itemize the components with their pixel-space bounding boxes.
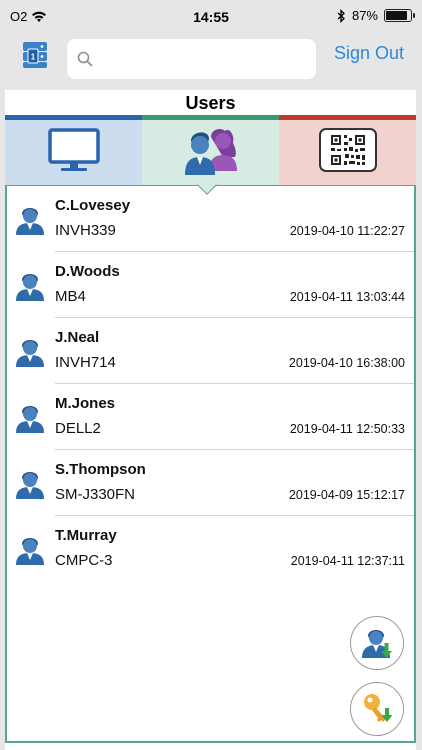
bluetooth-icon	[337, 8, 345, 23]
users-icon	[184, 129, 237, 175]
import-user-button[interactable]	[350, 616, 404, 670]
user-icon	[16, 538, 44, 565]
tab-devices-indicator	[5, 115, 142, 120]
user-name: J.Neal	[55, 329, 100, 346]
timestamp: 2019-04-09 15:12:17	[288, 488, 405, 502]
tab-devices[interactable]	[5, 115, 142, 185]
app-logo-icon[interactable]: 1	[20, 40, 50, 70]
main-content: Users C.Lovesey INVH339 2019-04-10 11:22…	[5, 90, 416, 750]
device-name: INVH714	[55, 354, 116, 371]
list-item[interactable]: D.Woods MB4 2019-04-11 13:03:44	[7, 252, 414, 318]
list-item[interactable]: T.Murray CMPC-3 2019-04-11 12:37:11	[7, 516, 414, 582]
user-icon	[16, 472, 44, 499]
list-item[interactable]: S.Thompson SM-J330FN 2019-04-09 15:12:17	[7, 450, 414, 516]
user-name: D.Woods	[55, 263, 120, 280]
device-name: DELL2	[55, 420, 101, 437]
device-name: MB4	[55, 288, 86, 305]
qr-code-icon	[318, 128, 377, 172]
user-icon	[16, 208, 44, 235]
tab-users[interactable]	[142, 115, 279, 185]
timestamp: 2019-04-10 11:22:27	[289, 224, 405, 238]
tab-bar	[5, 115, 416, 185]
device-name: INVH339	[55, 222, 116, 239]
user-name: T.Murray	[55, 527, 117, 544]
user-name: C.Lovesey	[55, 197, 131, 214]
monitor-icon	[47, 128, 100, 171]
user-list: C.Lovesey INVH339 2019-04-10 11:22:27 D.…	[5, 185, 416, 743]
device-name: SM-J330FN	[55, 486, 136, 503]
timestamp: 2019-04-11 12:50:33	[289, 422, 405, 436]
nav-bar: 1 Sign Out	[0, 34, 422, 90]
key-download-icon	[364, 694, 393, 722]
user-name: M.Jones	[55, 395, 116, 412]
svg-text:1: 1	[31, 53, 36, 62]
list-item[interactable]: J.Neal INVH714 2019-04-10 16:38:00	[7, 318, 414, 384]
battery-percent: 87%	[351, 8, 378, 23]
status-bar: O2 14:55 87%	[0, 0, 422, 34]
user-download-icon	[362, 630, 392, 658]
user-name: S.Thompson	[55, 461, 146, 478]
search-icon	[77, 51, 93, 67]
status-right: 87%	[337, 8, 415, 23]
tab-qr-indicator	[279, 115, 416, 120]
sign-out-button[interactable]: Sign Out	[334, 43, 404, 64]
page-title: Users	[185, 93, 236, 113]
timestamp: 2019-04-11 12:37:11	[290, 554, 405, 568]
user-icon	[16, 340, 44, 367]
list-item[interactable]: M.Jones DELL2 2019-04-11 12:50:33	[7, 384, 414, 450]
list-item[interactable]: C.Lovesey INVH339 2019-04-10 11:22:27	[7, 186, 414, 252]
search-input[interactable]	[101, 50, 301, 68]
user-icon	[16, 406, 44, 433]
timestamp: 2019-04-11 13:03:44	[289, 290, 405, 304]
tab-users-indicator	[142, 115, 279, 120]
user-icon	[16, 274, 44, 301]
battery-icon	[384, 9, 415, 22]
timestamp: 2019-04-10 16:38:00	[288, 356, 405, 370]
import-key-button[interactable]	[350, 682, 404, 736]
device-name: CMPC-3	[55, 552, 113, 569]
battery-fill	[386, 11, 407, 20]
tab-qr[interactable]	[279, 115, 416, 185]
search-bar[interactable]	[67, 39, 316, 79]
